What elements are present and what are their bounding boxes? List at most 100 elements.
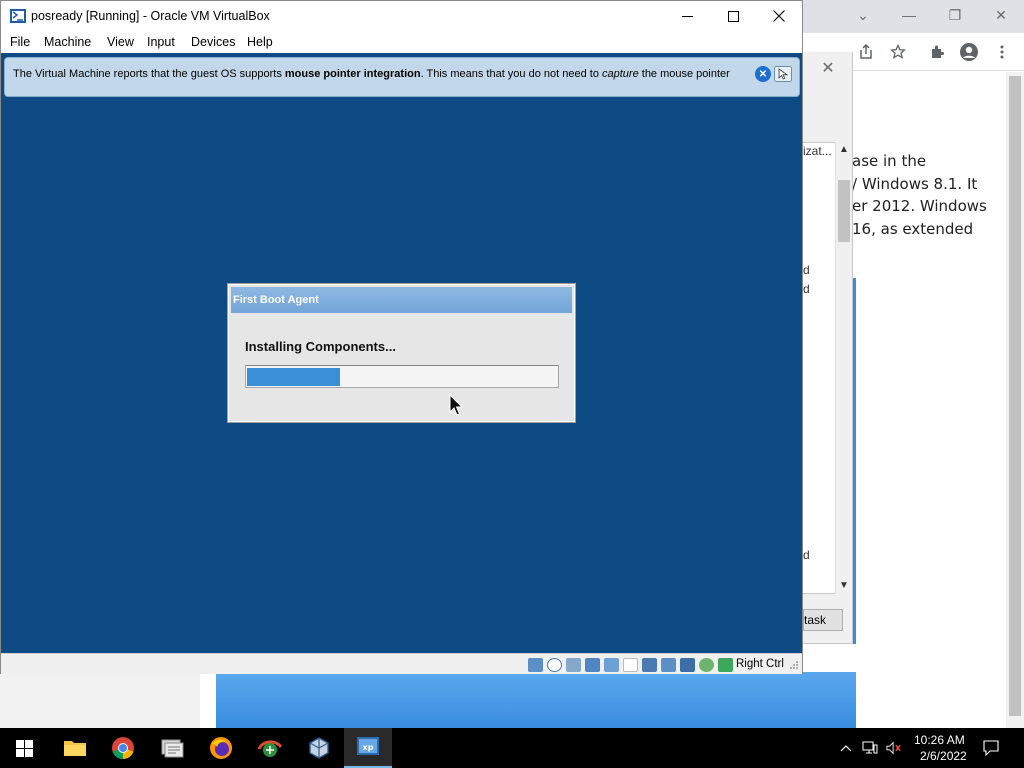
- start-button[interactable]: [0, 728, 48, 768]
- vbox-maximize-button[interactable]: [710, 1, 756, 31]
- dialog-title: First Boot Agent: [233, 294, 319, 306]
- window-title: posready [Running] - Oracle VM VirtualBo…: [31, 9, 270, 23]
- windows-taskbar: xp 10:26 AM 2/6/2022: [0, 728, 1024, 768]
- article-text: ase in the / Windows 8.1. It er 2012. Wi…: [852, 150, 1002, 240]
- svg-text:xp: xp: [363, 743, 374, 752]
- page-blue-image: [216, 672, 856, 728]
- taskbar-network-tool[interactable]: [148, 728, 196, 768]
- bookmark-star-icon[interactable]: [887, 41, 909, 63]
- profile-icon[interactable]: [958, 41, 980, 63]
- installing-message: Installing Components...: [245, 339, 396, 354]
- chevron-down-icon: ⌄: [857, 6, 869, 23]
- taskbar-virtualbox[interactable]: [295, 728, 343, 768]
- article-line: / Windows 8.1. It: [852, 174, 978, 193]
- menu-input[interactable]: Input: [147, 35, 175, 49]
- network-tray-icon[interactable]: [862, 740, 878, 756]
- list-item[interactable]: d: [803, 282, 810, 296]
- show-hidden-icons-icon[interactable]: [838, 740, 854, 756]
- menu-help[interactable]: Help: [247, 35, 273, 49]
- tab-search-button[interactable]: ⌄: [840, 0, 886, 30]
- usb-icon[interactable]: [604, 658, 619, 672]
- resize-grip-icon[interactable]: [789, 660, 799, 670]
- menu-devices[interactable]: Devices: [191, 35, 235, 49]
- notifications-icon[interactable]: [983, 740, 999, 756]
- taskbar-file-explorer[interactable]: [51, 728, 99, 768]
- vbox-status-bar: Right Ctrl: [1, 653, 802, 674]
- menu-file[interactable]: File: [10, 35, 30, 49]
- notice-text-italic: capture: [602, 68, 639, 80]
- windows-logo-icon: [15, 739, 33, 757]
- virtualization-icon[interactable]: [699, 658, 714, 672]
- notice-text-part: The Virtual Machine reports that the gue…: [13, 68, 285, 80]
- virtualbox-icon: [309, 737, 329, 759]
- optical-drive-icon[interactable]: [547, 658, 562, 672]
- close-icon: [773, 10, 785, 22]
- virtualbox-window: posready [Running] - Oracle VM VirtualBo…: [0, 0, 803, 674]
- notice-message: The Virtual Machine reports that the gue…: [13, 68, 730, 80]
- list-item[interactable]: d: [803, 263, 810, 277]
- article-line: 16, as extended: [852, 219, 974, 238]
- background-dialog-close-icon[interactable]: ✕: [818, 58, 838, 78]
- share-icon[interactable]: [855, 41, 877, 63]
- mouse-integration-icon[interactable]: [774, 66, 792, 82]
- notice-text-bold: mouse pointer integration: [284, 68, 421, 80]
- network-tool-icon: [161, 739, 184, 758]
- page-gray-region: [0, 672, 200, 728]
- vbox-minimize-button[interactable]: [664, 1, 710, 31]
- chrome-scroll-thumb[interactable]: [1009, 76, 1021, 716]
- menu-kebab-icon[interactable]: [991, 41, 1013, 63]
- virtualbox-app-icon: [10, 9, 26, 23]
- chrome-scrollbar[interactable]: [1006, 72, 1024, 728]
- posready-vm-icon: xp: [357, 737, 379, 755]
- menu-machine[interactable]: Machine: [44, 35, 91, 49]
- first-boot-agent-titlebar: First Boot Agent: [231, 287, 572, 313]
- chrome-minimize-button[interactable]: —: [886, 0, 932, 30]
- end-task-label: task: [804, 613, 827, 627]
- file-explorer-icon: [64, 741, 86, 756]
- article-line: er 2012. Windows: [852, 197, 987, 215]
- vbox-close-button[interactable]: [756, 1, 802, 31]
- menu-view[interactable]: View: [107, 35, 134, 49]
- host-key-label: Right Ctrl: [736, 658, 784, 670]
- minimize-icon: —: [902, 7, 916, 23]
- vbox-titlebar[interactable]: posready [Running] - Oracle VM VirtualBo…: [1, 1, 802, 32]
- download-icon[interactable]: [718, 658, 733, 672]
- audio-icon[interactable]: [566, 658, 581, 672]
- notice-close-icon[interactable]: ✕: [755, 66, 771, 82]
- first-boot-agent-dialog: First Boot Agent Installing Components..…: [227, 283, 576, 423]
- display-icon[interactable]: [642, 658, 657, 672]
- network-icon[interactable]: [585, 658, 600, 672]
- scroll-up-icon[interactable]: ▲: [839, 144, 849, 155]
- clock-time[interactable]: 10:26 AM: [914, 733, 965, 747]
- shared-folders-icon[interactable]: [623, 658, 638, 672]
- mouse-integration-notice: The Virtual Machine reports that the gue…: [4, 57, 800, 97]
- taskbar-network-monitor[interactable]: [246, 728, 294, 768]
- end-task-button[interactable]: task: [803, 609, 843, 631]
- scroll-down-icon[interactable]: ▼: [839, 580, 849, 591]
- list-item[interactable]: d: [803, 548, 810, 562]
- video-capture-icon[interactable]: [680, 658, 695, 672]
- volume-muted-icon[interactable]: [886, 740, 902, 756]
- notice-text-part: the mouse pointer: [638, 68, 730, 80]
- notice-text-part: . This means that you do not need to: [420, 68, 602, 80]
- close-icon: ✕: [995, 6, 1007, 23]
- hard-disk-icon[interactable]: [528, 658, 543, 672]
- taskbar-posready-vm[interactable]: xp: [344, 728, 392, 768]
- chrome-restore-button[interactable]: ❐: [932, 0, 978, 30]
- taskbar-firefox[interactable]: [197, 728, 245, 768]
- network-monitor-icon: [257, 740, 283, 757]
- chrome-close-button[interactable]: ✕: [978, 0, 1024, 30]
- vbox-menubar: File Machine View Input Devices Help: [1, 32, 802, 53]
- scroll-thumb[interactable]: [838, 180, 850, 242]
- recording-icon[interactable]: [661, 658, 676, 672]
- install-progress-bar: [245, 365, 559, 388]
- firefox-icon: [210, 737, 232, 759]
- restore-icon: ❐: [948, 6, 962, 23]
- extensions-icon[interactable]: [927, 41, 949, 63]
- list-column-header[interactable]: izat...: [803, 144, 832, 158]
- clock-date[interactable]: 2/6/2022: [920, 749, 967, 763]
- taskbar-chrome[interactable]: [99, 728, 147, 768]
- chrome-icon: [112, 737, 134, 760]
- minimize-icon: [681, 15, 693, 17]
- background-dialog-scrollbar[interactable]: ▲ ▼: [835, 142, 851, 594]
